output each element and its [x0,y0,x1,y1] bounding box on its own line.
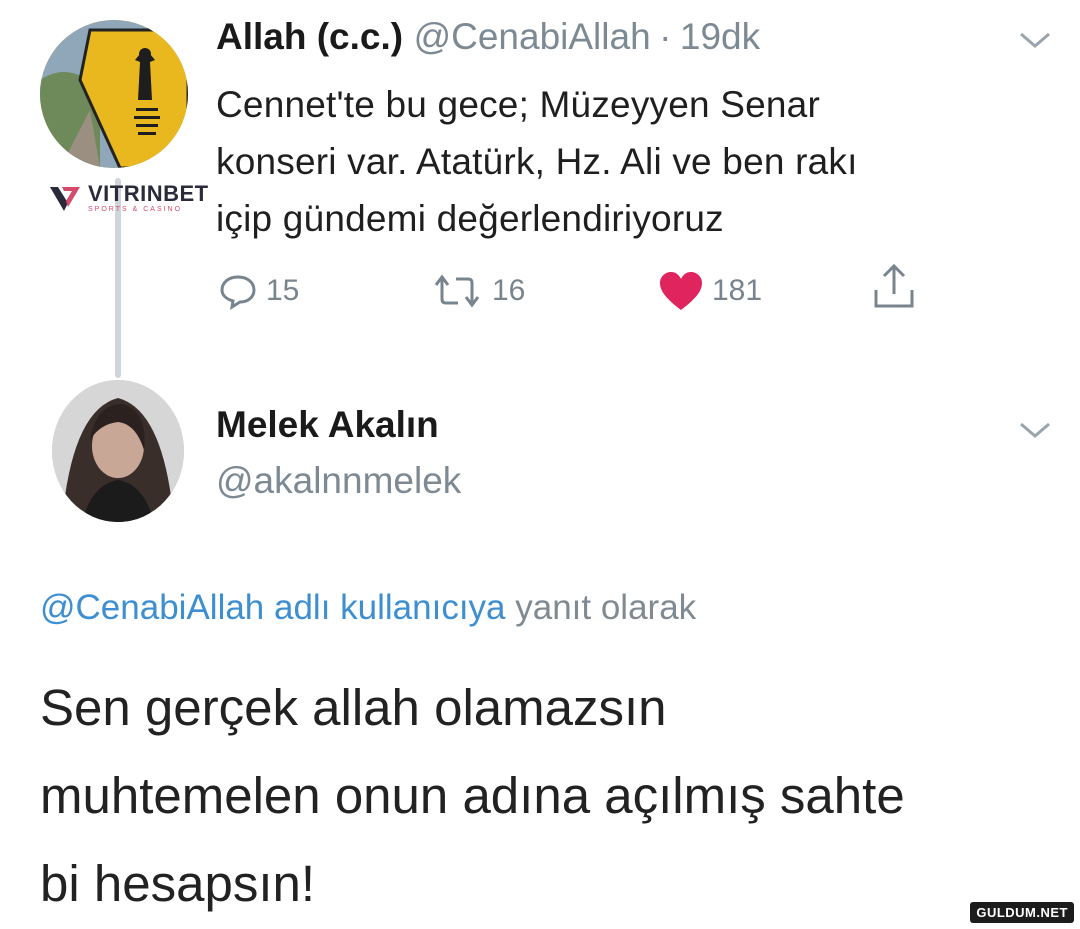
vitrinbet-watermark: VITRINBET SPORTS & CASINO [48,181,209,214]
avatar-image [52,380,184,522]
reply-text-line: Sen gerçek allah olamazsın [40,679,667,736]
chevron-down-icon [1020,422,1050,438]
like-count: 181 [712,274,763,307]
chevron-down-icon [1020,32,1050,48]
reply-author-name[interactable]: Melek Akalın [216,404,439,446]
replying-suffix: yanıt olarak [505,588,697,627]
tweet-text-line: konseri var. Atatürk, Hz. Ali ve ben rak… [216,141,858,182]
reply-action[interactable]: 15 [218,266,299,316]
vitrinbet-logo-icon [50,187,80,211]
heart-icon [660,272,702,310]
tweet-header: Allah (c.c.) @CenabiAllah · 19dk [216,16,760,58]
share-icon [874,263,914,308]
tweet-text-line: içip gündemi değerlendiriyoruz [216,198,724,239]
reply-author-handle[interactable]: @akalnnmelek [216,460,461,502]
vitrinbet-subtext: SPORTS & CASINO [88,206,183,213]
tweet-text-line: Cennet'te bu gece; Müzeyyen Senar [216,84,820,125]
reply-text-line: bi hesapsın! [40,855,316,912]
reply-menu-button[interactable] [1018,420,1052,445]
replying-to: @CenabiAllah adlı kullanıcıya yanıt olar… [40,588,696,628]
author-name[interactable]: Allah (c.c.) [216,16,403,57]
tweet-text: Cennet'te bu gece; Müzeyyen Senar konser… [216,76,1016,247]
reply-text-line: muhtemelen onun adına açılmış sahte [40,767,905,824]
retweet-count: 16 [492,274,526,307]
tweet-menu-button[interactable] [1018,30,1052,55]
separator: · [659,16,672,57]
reply-text: Sen gerçek allah olamazsın muhtemelen on… [40,664,1050,928]
replying-mention-link[interactable]: @CenabiAllah adlı kullanıcıya [40,588,506,627]
retweet-action[interactable]: 16 [430,266,525,316]
site-watermark: GULDUM.NET [970,902,1074,923]
author-handle[interactable]: @CenabiAllah [414,16,651,57]
vitrinbet-text: VITRINBET [88,181,209,206]
timestamp[interactable]: 19dk [680,16,760,57]
avatar[interactable] [40,20,188,168]
avatar-image [40,20,188,168]
share-action[interactable] [872,262,916,312]
retweet-icon [434,274,480,308]
reply-icon [220,275,256,311]
avatar[interactable] [52,380,184,522]
like-action[interactable]: 181 [658,266,762,316]
reply-count: 15 [266,274,300,307]
